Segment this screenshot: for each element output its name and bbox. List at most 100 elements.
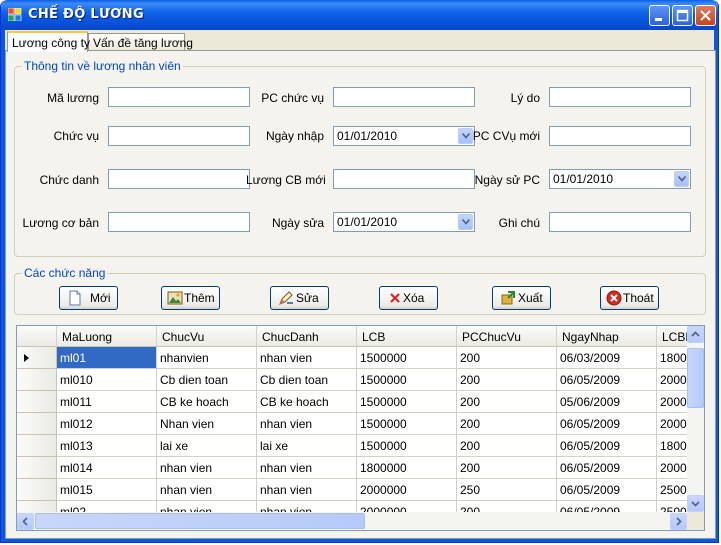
cell-lcbm[interactable]: 18000 — [657, 347, 687, 369]
luong-co-ban-input[interactable] — [108, 212, 250, 232]
cell-ngaynhap[interactable]: 06/05/2009 — [557, 501, 657, 512]
row-header[interactable] — [17, 457, 57, 479]
column-header-lcb[interactable]: LCB — [357, 326, 457, 347]
cell-lcb[interactable]: 2000000 — [357, 479, 457, 501]
scroll-down-button[interactable] — [687, 495, 704, 512]
cell-chucdanh[interactable]: nhan vien — [257, 457, 357, 479]
cell-pcchucvu[interactable]: 200 — [457, 501, 557, 512]
cell-pcchucvu[interactable]: 200 — [457, 347, 557, 369]
cell-lcbm[interactable]: 20000 — [657, 457, 687, 479]
scroll-right-button[interactable] — [670, 513, 687, 530]
vertical-scroll-thumb[interactable] — [687, 348, 704, 408]
row-header[interactable] — [17, 413, 57, 435]
cell-maluong[interactable]: ml015 — [57, 479, 157, 501]
close-button[interactable] — [695, 5, 716, 26]
thoat-button[interactable]: Thoát — [600, 286, 659, 310]
column-header-ngaynhap[interactable]: NgayNhap — [557, 326, 657, 347]
cell-ngaynhap[interactable]: 06/05/2009 — [557, 479, 657, 501]
cell-lcbm[interactable]: 20000 — [657, 413, 687, 435]
cell-lcb[interactable]: 1500000 — [357, 413, 457, 435]
column-header-chucdanh[interactable]: ChucDanh — [257, 326, 357, 347]
cell-lcbm[interactable]: 20000 — [657, 391, 687, 413]
cell-lcbm[interactable]: 25000 — [657, 479, 687, 501]
cell-lcbm[interactable]: 20000 — [657, 369, 687, 391]
cell-lcb[interactable]: 1500000 — [357, 369, 457, 391]
cell-lcb[interactable]: 2000000 — [357, 501, 457, 512]
maximize-button[interactable] — [672, 5, 693, 26]
column-header-lcbm[interactable]: LCBM — [657, 326, 687, 347]
row-header[interactable] — [17, 435, 57, 457]
ngay-su-pc-dropdown-button[interactable] — [674, 171, 689, 187]
cell-lcb[interactable]: 1500000 — [357, 391, 457, 413]
row-header[interactable] — [17, 369, 57, 391]
horizontal-scroll-thumb[interactable] — [35, 513, 365, 529]
row-header[interactable] — [17, 501, 57, 512]
cell-chucdanh[interactable]: lai xe — [257, 435, 357, 457]
salary-datagrid[interactable]: MaLuong ChucVu ChucDanh LCB PCChucVu Nga… — [16, 325, 705, 531]
cell-chucdanh[interactable]: Cb dien toan — [257, 369, 357, 391]
cell-ngaynhap[interactable]: 05/06/2009 — [557, 391, 657, 413]
cell-chucdanh[interactable]: nhan vien — [257, 501, 357, 512]
cell-chucvu[interactable]: nhan vien — [157, 479, 257, 501]
cell-chucvu[interactable]: nhanvien — [157, 347, 257, 369]
cell-chucvu[interactable]: CB ke hoach — [157, 391, 257, 413]
cell-chucvu[interactable]: nhan vien — [157, 457, 257, 479]
xoa-button[interactable]: Xóa — [379, 286, 438, 310]
cell-lcb[interactable]: 1800000 — [357, 457, 457, 479]
cell-maluong[interactable]: ml014 — [57, 457, 157, 479]
cell-pcchucvu[interactable]: 200 — [457, 457, 557, 479]
ly-do-input[interactable] — [549, 87, 691, 107]
ghi-chu-input[interactable] — [549, 212, 691, 232]
ngay-su-pc-datepicker[interactable]: 01/01/2010 — [549, 169, 691, 189]
cell-maluong[interactable]: ml012 — [57, 413, 157, 435]
ma-luong-input[interactable] — [108, 87, 250, 107]
them-button[interactable]: Thêm — [161, 286, 220, 310]
cell-pcchucvu[interactable]: 200 — [457, 413, 557, 435]
scroll-up-button[interactable] — [687, 326, 704, 343]
cell-pcchucvu[interactable]: 200 — [457, 435, 557, 457]
pc-cvu-moi-input[interactable] — [549, 126, 691, 146]
cell-ngaynhap[interactable]: 06/03/2009 — [557, 347, 657, 369]
cell-chucvu[interactable]: Cb dien toan — [157, 369, 257, 391]
cell-chucdanh[interactable]: nhan vien — [257, 413, 357, 435]
cell-pcchucvu[interactable]: 250 — [457, 479, 557, 501]
xuat-button[interactable]: Xuất — [492, 286, 551, 310]
cell-ngaynhap[interactable]: 06/05/2009 — [557, 457, 657, 479]
cell-maluong[interactable]: ml01 — [57, 347, 157, 369]
column-header-maluong[interactable]: MaLuong — [57, 326, 157, 347]
chuc-vu-input[interactable] — [108, 126, 250, 146]
cell-maluong[interactable]: ml02 — [57, 501, 157, 512]
cell-lcb[interactable]: 1500000 — [357, 435, 457, 457]
cell-lcbm[interactable]: 25000 — [657, 501, 687, 512]
cell-chucvu[interactable]: nhan vien — [157, 501, 257, 512]
cell-chucdanh[interactable]: nhan vien — [257, 479, 357, 501]
column-header-chucvu[interactable]: ChucVu — [157, 326, 257, 347]
moi-button[interactable]: Mới — [59, 286, 118, 310]
cell-maluong[interactable]: ml013 — [57, 435, 157, 457]
cell-chucvu[interactable]: Nhan vien — [157, 413, 257, 435]
cell-chucvu[interactable]: lai xe — [157, 435, 257, 457]
cell-pcchucvu[interactable]: 200 — [457, 369, 557, 391]
grid-corner-header[interactable] — [17, 326, 57, 347]
luong-cb-moi-input[interactable] — [333, 169, 475, 189]
column-header-pcchucvu[interactable]: PCChucVu — [457, 326, 557, 347]
chuc-danh-input[interactable] — [108, 169, 250, 189]
ngay-nhap-datepicker[interactable]: 01/01/2010 — [333, 126, 475, 146]
row-header[interactable] — [17, 391, 57, 413]
ngay-sua-datepicker[interactable]: 01/01/2010 — [333, 212, 475, 232]
title-bar[interactable]: CHẾ ĐỘ LƯƠNG — [1, 0, 718, 30]
scroll-left-button[interactable] — [17, 513, 34, 530]
cell-lcb[interactable]: 1500000 — [357, 347, 457, 369]
row-header[interactable] — [17, 347, 57, 369]
vertical-scrollbar[interactable] — [687, 326, 704, 512]
minimize-button[interactable] — [649, 5, 670, 26]
cell-pcchucvu[interactable]: 200 — [457, 391, 557, 413]
pc-chuc-vu-input[interactable] — [333, 87, 475, 107]
tab-luong-cong-ty[interactable]: Lương công ty — [7, 31, 90, 52]
cell-maluong[interactable]: ml011 — [57, 391, 157, 413]
tab-van-de-tang-luong[interactable]: Vấn đề tăng lương — [88, 33, 193, 51]
horizontal-scrollbar[interactable] — [17, 512, 687, 530]
row-header[interactable] — [17, 479, 57, 501]
cell-chucdanh[interactable]: nhan vien — [257, 347, 357, 369]
cell-lcbm[interactable]: 18000 — [657, 435, 687, 457]
